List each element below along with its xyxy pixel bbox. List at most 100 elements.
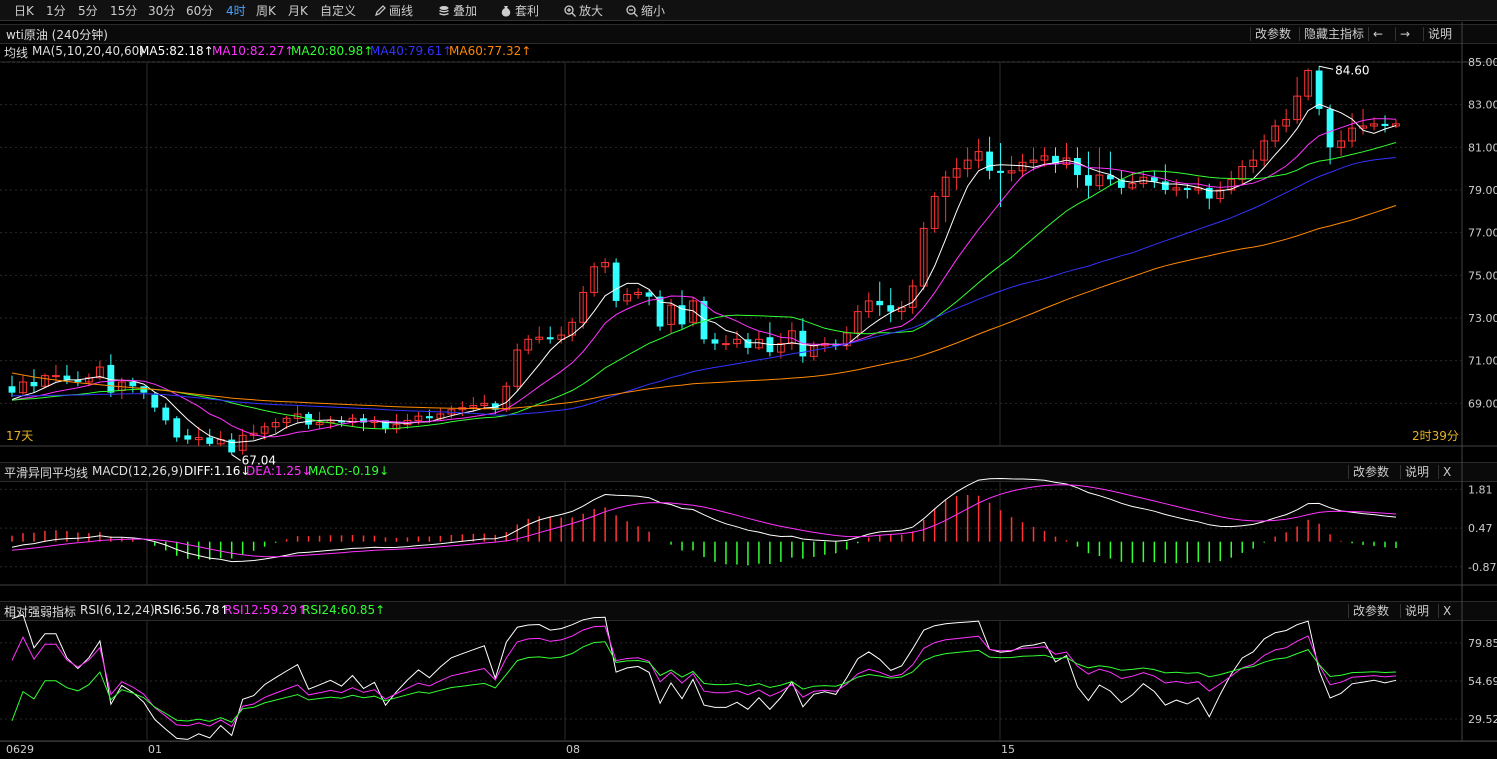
candle-body-up <box>260 426 269 434</box>
ma60-line <box>11 205 1397 410</box>
period-month[interactable]: 月K <box>288 2 308 19</box>
period-custom[interactable]: 自定义 <box>320 2 356 19</box>
candle-body-down <box>1315 70 1323 109</box>
candle-body-up <box>315 422 324 426</box>
main-params-button[interactable]: 改参数 <box>1250 27 1295 41</box>
candle-body-down <box>744 339 752 348</box>
candle-body-up <box>667 304 675 325</box>
price-tick-label: 73.00 <box>1468 312 1497 325</box>
candle-body-up <box>1370 123 1378 127</box>
period-week[interactable]: 周K <box>256 2 276 19</box>
candle-body-up <box>249 432 258 436</box>
candle-body-up <box>41 375 49 387</box>
candle-body-down <box>645 292 653 297</box>
candle-body-up <box>963 159 972 170</box>
candle-body-up <box>1062 157 1071 165</box>
candle-body-up <box>19 381 27 394</box>
candle-body-down <box>228 439 236 453</box>
macd-name: 平滑异同平均线 <box>4 466 89 480</box>
period-day[interactable]: 日K <box>14 2 34 19</box>
dea-line <box>11 484 1397 558</box>
candle-body-up <box>1304 70 1313 97</box>
candle-body-up <box>1172 187 1181 191</box>
candle-body-up <box>194 436 203 441</box>
macd-params-button[interactable]: 改参数 <box>1348 465 1393 479</box>
draw-line-button[interactable]: 画线 <box>374 2 413 19</box>
price-tick-label: 83.00 <box>1468 99 1497 112</box>
candle-body-up <box>513 349 522 387</box>
period-5min[interactable]: 5分 <box>78 2 98 19</box>
candle-body-down <box>876 300 884 306</box>
candle-body-down <box>678 305 686 325</box>
candle-body-down <box>1074 158 1081 176</box>
candle-body-down <box>184 435 192 440</box>
ma60-value: MA60:77.32↑ <box>449 44 532 58</box>
rsi-close-button[interactable]: X <box>1438 604 1455 618</box>
candle-body-up <box>1359 125 1367 129</box>
candle-body-down <box>305 414 312 425</box>
candle-body-down <box>360 418 367 423</box>
period-1min[interactable]: 1分 <box>46 2 66 19</box>
candle-body-up <box>535 336 544 340</box>
candle-body-down <box>997 170 1004 173</box>
candle-body-up <box>733 338 741 345</box>
zoom-in-button[interactable]: 放大 <box>564 2 603 19</box>
period-15min[interactable]: 15分 <box>110 2 137 19</box>
candle-body-up <box>1128 183 1137 189</box>
candle-body-down <box>162 407 170 421</box>
candle-body-up <box>842 332 851 347</box>
macd-value: MACD:-0.19↓ <box>308 464 390 478</box>
candle-body-up <box>524 338 533 351</box>
date-label-0629: 0629 <box>6 743 34 756</box>
rsi-help-button[interactable]: 说明 <box>1400 604 1433 618</box>
macd-close-button[interactable]: X <box>1438 465 1455 479</box>
candle-body-up <box>1337 140 1345 148</box>
period-60min[interactable]: 60分 <box>186 2 213 19</box>
candle-body-down <box>1381 123 1389 126</box>
candle-body-up <box>1293 95 1302 121</box>
rsi-tick-label: 54.69 <box>1468 675 1497 688</box>
rsi-params: RSI(6,12,24) <box>80 603 155 617</box>
dea-value: DEA:1.25↓ <box>246 464 312 478</box>
macd-help-button[interactable]: 说明 <box>1400 465 1433 479</box>
candle-body-up <box>908 285 917 308</box>
time-remaining-label: 2时39分 <box>1412 429 1459 443</box>
rsi12-line <box>11 625 1397 728</box>
zoom-out-button[interactable]: 缩小 <box>626 2 665 19</box>
candle-body-up <box>820 343 829 347</box>
candle-body-down <box>986 151 993 171</box>
price-tick-label: 75.00 <box>1468 269 1497 282</box>
overlay-button[interactable]: 叠加 <box>438 2 477 19</box>
candle-body-up <box>348 417 357 424</box>
rsi24-value: RSI24:60.85↑ <box>302 603 386 617</box>
candle-body-down <box>151 394 159 408</box>
main-help-button[interactable]: 说明 <box>1423 27 1456 41</box>
candle-body-up <box>809 345 818 357</box>
arbitrage-label: 套利 <box>515 4 540 18</box>
candle-body-up <box>1040 155 1049 161</box>
date-label-08: 08 <box>566 743 580 756</box>
candle-body-down <box>766 337 774 353</box>
diff-value: DIFF:1.16↓ <box>184 464 251 478</box>
candle-body-up <box>52 375 60 378</box>
hide-main-indicator-button[interactable]: 隐藏主指标 <box>1299 27 1368 41</box>
rsi-params-button[interactable]: 改参数 <box>1348 604 1393 618</box>
candle-body-down <box>546 337 554 340</box>
period-4h[interactable]: 4时 <box>226 2 246 19</box>
candle-body-down <box>1326 108 1334 148</box>
candle-body-up <box>458 407 467 411</box>
arbitrage-button[interactable]: 套利 <box>500 2 539 19</box>
candle-body-up <box>414 415 423 421</box>
candle-body-down <box>1205 187 1213 199</box>
candle-body-up <box>755 338 763 349</box>
candle-body-down <box>30 382 38 387</box>
rsi-tick-label: 79.85 <box>1468 637 1497 650</box>
max-price-label: 84.60 <box>1335 63 1369 77</box>
candle-body-up <box>95 366 104 379</box>
ma40-value: MA40:79.61↑ <box>370 44 453 58</box>
candle-body-down <box>1161 181 1169 190</box>
next-indicator-button[interactable]: → <box>1395 27 1414 41</box>
candle-body-down <box>74 379 82 382</box>
period-30min[interactable]: 30分 <box>148 2 175 19</box>
prev-indicator-button[interactable]: ← <box>1368 27 1387 41</box>
